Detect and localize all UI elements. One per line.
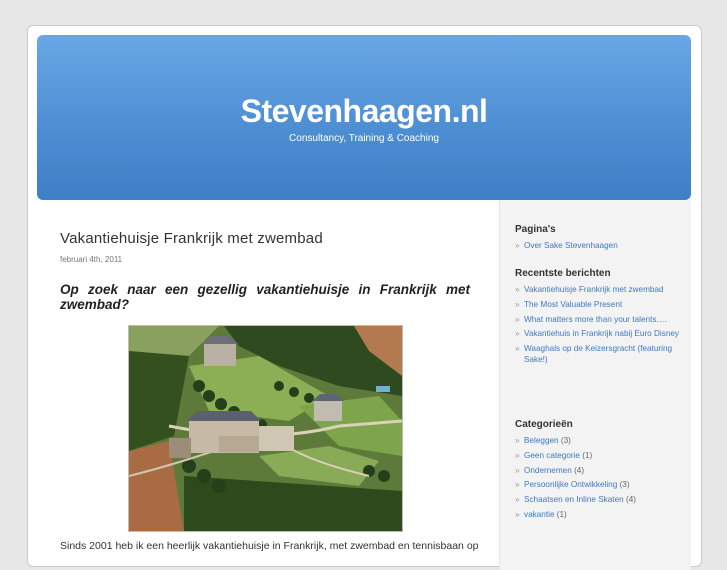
bullet-icon: » [515,450,520,460]
list-item: » Waaghals op de Keizersgracht (featuring… [515,344,685,365]
bullet-icon: » [515,241,520,250]
list-item: » Geen categorie (1) [515,451,685,462]
category-count: (1) [556,509,567,519]
bullet-icon: » [515,495,520,505]
chateau-aerial-photo [128,325,403,532]
bullet-icon: » [515,436,520,445]
list-item: » Persoonlijke Ontwikkeling (3) [515,480,685,491]
bullet-icon: » [515,509,520,519]
category-count: (4) [625,495,636,505]
recent-post-link[interactable]: Waaghals op de Keizersgracht (featuring … [524,344,672,364]
page-container: Stevenhaagen.nl Consultancy, Training & … [27,25,702,570]
sidebar-categories-section: Categorieën » Beleggen (3) » Geen categori… [515,419,685,525]
sidebar: Pagina's » Over Sake Stevenhaagen Recent… [499,200,691,570]
bullet-icon: » [515,314,520,324]
bullet-icon: » [515,299,520,309]
sidebar-pages-heading: Pagina's [515,224,556,235]
list-item: » The Most Valuable Present [515,300,685,311]
category-link[interactable]: Ondernemen [524,466,572,475]
post-body-preview: Sinds 2001 heb ik een heerlijk vakantieh… [60,540,479,552]
sidebar-page-link[interactable]: Over Sake Stevenhaagen [524,241,618,250]
list-item: » Schaatsen en Inline Skaten (4) [515,495,685,506]
sidebar-recent-heading: Recentste berichten [515,268,611,279]
sidebar-categories-heading: Categorieën [515,419,573,430]
recent-post-link[interactable]: The Most Valuable Present [524,300,622,309]
category-link[interactable]: Beleggen [524,436,559,445]
category-count: (3) [619,480,630,490]
category-link[interactable]: Schaatsen en Inline Skaten [524,495,624,504]
post-title[interactable]: Vakantiehuisje Frankrijk met zwembad [60,230,470,247]
main-content: Vakantiehuisje Frankrijk met zwembad feb… [60,230,479,552]
category-count: (4) [574,465,585,475]
site-title-link[interactable]: Stevenhaagen.nl [37,93,691,130]
category-link[interactable]: Geen categorie [524,451,580,460]
list-item: » Vakantiehuis in Frankrijk nabij Euro Di… [515,329,685,340]
post-subheading: Op zoek naar een gezellig vakantiehuisje… [60,282,470,312]
list-item: » vakantie (1) [515,510,685,521]
category-count: (1) [582,450,593,460]
list-item: » Ondernemen (4) [515,466,685,477]
recent-post-link[interactable]: Vakantiehuisje Frankrijk met zwembad [524,285,664,294]
bullet-icon: » [515,480,520,490]
list-item: » What matters more than your talents…. [515,315,685,326]
sidebar-recent-section: Recentste berichten » Vakantiehuisje Fran… [515,268,685,369]
list-item: » Vakantiehuisje Frankrijk met zwembad [515,285,685,296]
category-link[interactable]: Persoonlijke Ontwikkeling [524,480,617,489]
list-item: » Over Sake Stevenhaagen [515,241,685,252]
sidebar-pages-section: Pagina's » Over Sake Stevenhaagen [515,224,685,256]
list-item: » Beleggen (3) [515,436,685,447]
post-subheading-line2: zwembad? [60,297,130,312]
category-count: (3) [560,436,571,445]
recent-post-link[interactable]: Vakantiehuis in Frankrijk nabij Euro Dis… [524,329,679,338]
site-header: Stevenhaagen.nl Consultancy, Training & … [37,35,691,200]
bullet-icon: » [515,329,520,339]
bullet-icon: » [515,465,520,475]
recent-post-link[interactable]: What matters more than your talents…. [524,315,667,324]
post-date: februari 4th, 2011 [60,255,123,264]
bullet-icon: » [515,285,520,294]
bullet-icon: » [515,344,520,354]
site-description: Consultancy, Training & Coaching [289,133,439,144]
post-subheading-line1: Op zoek naar een gezellig vakantiehuisje… [60,282,470,297]
category-link[interactable]: vakantie [524,510,555,519]
